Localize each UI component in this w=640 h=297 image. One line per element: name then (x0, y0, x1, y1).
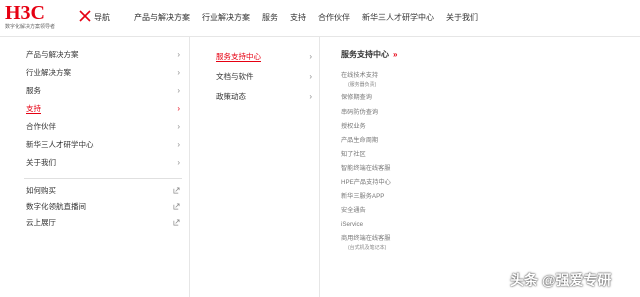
link-cloud-showroom[interactable]: 云上展厅 (26, 217, 182, 229)
link-how-to-buy[interactable]: 如何购买 (26, 185, 182, 197)
menu-item-products[interactable]: 产品与解决方案 › (26, 49, 182, 61)
detail-link-commercial-terminal-cs[interactable]: 商用终端在线客服 (341, 235, 391, 243)
link-label: 如何购买 (26, 186, 56, 195)
menu-item-label: 新华三人才研学中心 (26, 140, 94, 149)
detail-link-anti-counterfeit[interactable]: 串码防伪查询 (341, 109, 378, 117)
logo-mark: H3C (5, 2, 45, 24)
chevron-right-icon: › (177, 86, 180, 95)
top-nav-service[interactable]: 服务 (262, 12, 278, 23)
chevron-right-icon: › (177, 50, 180, 59)
menu-item-industry[interactable]: 行业解决方案 › (26, 67, 182, 79)
top-nav-products[interactable]: 产品与解决方案 (134, 12, 190, 23)
menu-item-service[interactable]: 服务 › (26, 85, 182, 97)
menu-item-label: 关于我们 (26, 158, 56, 167)
top-nav-about[interactable]: 关于我们 (446, 12, 478, 23)
top-nav-talent-center[interactable]: 新华三人才研学中心 (362, 12, 434, 23)
submenu-item-label: 服务支持中心 (216, 52, 261, 62)
menu-item-support[interactable]: 支持 › (26, 103, 182, 115)
chevron-right-icon: › (309, 92, 312, 101)
submenu-item-service-center[interactable]: 服务支持中心 › (216, 51, 312, 63)
chevron-right-icon: › (177, 104, 180, 113)
menu-item-label: 服务 (26, 86, 41, 95)
detail-link-online-support[interactable]: 在线技术支持 (341, 72, 378, 80)
detail-link-iservice[interactable]: iService (341, 221, 363, 229)
detail-link-security-notice[interactable]: 安全通告 (341, 207, 366, 215)
mega-menu: 产品与解决方案 › 行业解决方案 › 服务 › 支持 › 合作伙伴 › 新华三人… (0, 36, 640, 297)
logo-subtitle: 数字化解决方案领导者 (5, 24, 56, 30)
watermark: 头条 @强爱专研 (510, 272, 612, 288)
top-nav: 产品与解决方案 行业解决方案 服务 支持 合作伙伴 新华三人才研学中心 关于我们 (134, 12, 490, 23)
detail-link-sublabel: (服务器负责) (348, 82, 377, 88)
detail-title[interactable]: 服务支持中心 » (341, 49, 397, 60)
detail-link-licensing[interactable]: 授权业务 (341, 123, 366, 131)
menu-item-partners[interactable]: 合作伙伴 › (26, 121, 182, 133)
menu-item-label: 合作伙伴 (26, 122, 56, 131)
detail-link-hpe-support[interactable]: HPE产品支持中心 (341, 179, 391, 187)
chevron-right-icon: › (309, 72, 312, 81)
chevron-right-icon: › (177, 140, 180, 149)
chevron-right-icon: › (177, 122, 180, 131)
h3c-logo[interactable]: H3C 数字化解决方案领导者 (5, 2, 77, 32)
detail-link-sublabel: (台式机及笔记本) (348, 245, 387, 251)
link-label: 云上展厅 (26, 218, 56, 227)
menu-item-label: 产品与解决方案 (26, 50, 79, 59)
detail-link-community[interactable]: 知了社区 (341, 151, 366, 159)
header: H3C 数字化解决方案领导者 导航 产品与解决方案 行业解决方案 服务 支持 合… (0, 0, 640, 36)
chevron-right-icon: › (177, 68, 180, 77)
menu-item-talent-center[interactable]: 新华三人才研学中心 › (26, 139, 182, 151)
chevron-right-icon: › (177, 158, 180, 167)
top-nav-partners[interactable]: 合作伙伴 (318, 12, 350, 23)
menu-column-secondary: 服务支持中心 › 文档与软件 › 政策动态 › (190, 36, 320, 297)
nav-toggle-label[interactable]: 导航 (94, 12, 110, 23)
link-label: 数字化领航直播间 (26, 202, 86, 211)
close-icon[interactable] (78, 9, 92, 23)
link-digital-live[interactable]: 数字化领航直播间 (26, 201, 182, 213)
submenu-item-label: 文档与软件 (216, 72, 254, 81)
menu-item-label: 支持 (26, 104, 41, 114)
submenu-item-policy[interactable]: 政策动态 › (216, 91, 312, 103)
detail-link-warranty[interactable]: 保修期查询 (341, 94, 372, 102)
detail-link-lifecycle[interactable]: 产品生命周期 (341, 137, 378, 145)
external-link-icon (173, 203, 180, 210)
divider (24, 178, 182, 179)
external-link-icon (173, 219, 180, 226)
top-nav-support[interactable]: 支持 (290, 12, 306, 23)
menu-column-primary: 产品与解决方案 › 行业解决方案 › 服务 › 支持 › 合作伙伴 › 新华三人… (0, 36, 190, 297)
detail-link-service-app[interactable]: 新华三服务APP (341, 193, 384, 201)
top-nav-industry[interactable]: 行业解决方案 (202, 12, 250, 23)
detail-title-label: 服务支持中心 (341, 50, 389, 59)
menu-item-about[interactable]: 关于我们 › (26, 157, 182, 169)
double-chevron-right-icon: » (393, 50, 398, 59)
detail-link-smart-terminal-cs[interactable]: 智能终端在线客服 (341, 165, 391, 173)
submenu-item-docs-software[interactable]: 文档与软件 › (216, 71, 312, 83)
external-link-icon (173, 187, 180, 194)
menu-item-label: 行业解决方案 (26, 68, 71, 77)
menu-column-detail: 服务支持中心 » 在线技术支持 (服务器负责) 保修期查询 串码防伪查询 授权业务… (320, 36, 640, 297)
submenu-item-label: 政策动态 (216, 92, 246, 101)
chevron-right-icon: › (309, 52, 312, 61)
